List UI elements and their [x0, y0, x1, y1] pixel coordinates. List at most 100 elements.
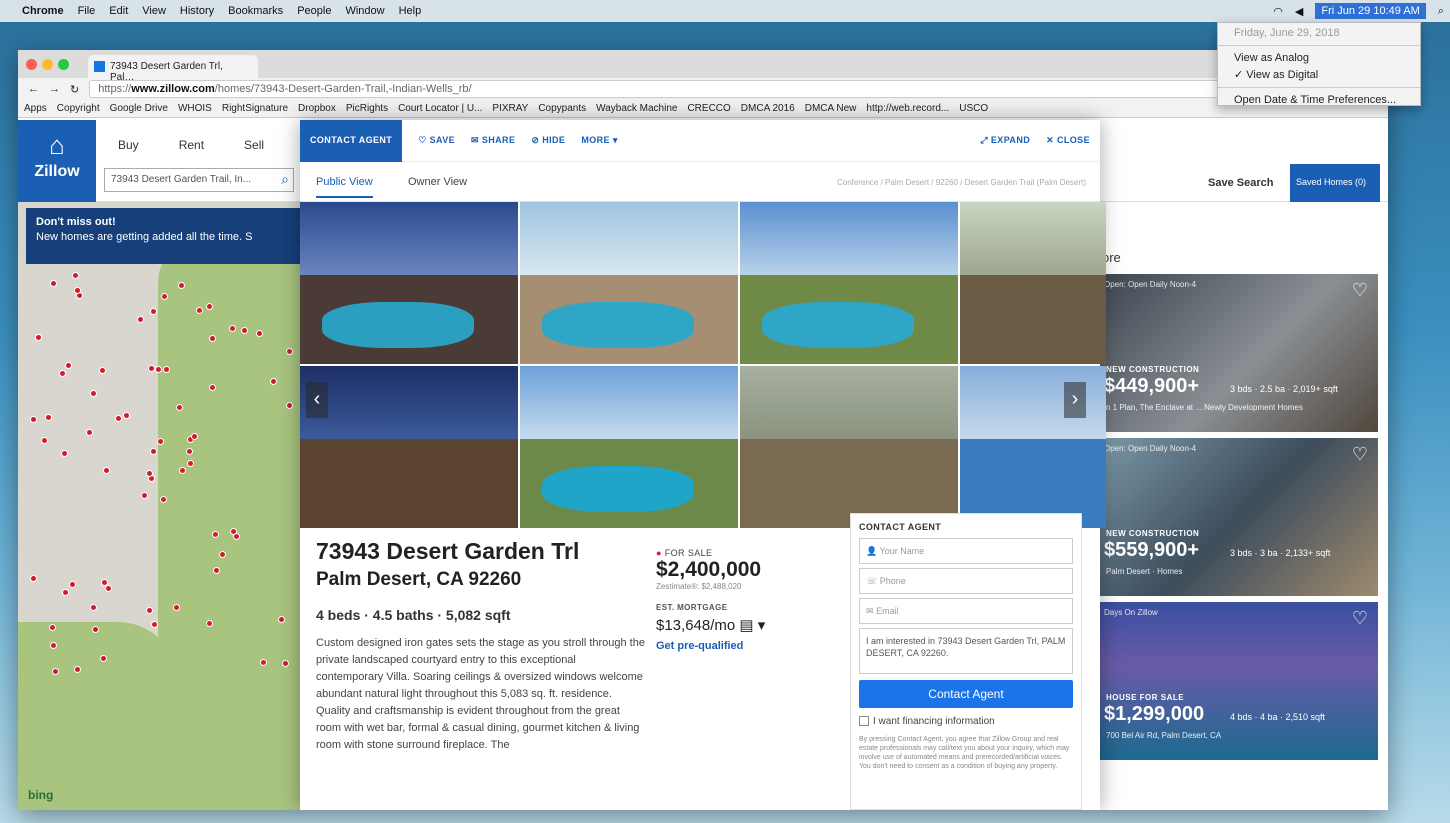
gallery-prev-icon[interactable]: ‹ [306, 382, 328, 418]
prequalify-link[interactable]: Get pre-qualified [656, 640, 806, 652]
map-pin[interactable] [90, 604, 98, 612]
message-textarea[interactable]: I am interested in 73943 Desert Garden T… [859, 628, 1073, 674]
map-pin[interactable] [59, 369, 67, 377]
map-pin[interactable] [136, 315, 144, 323]
menu-people[interactable]: People [297, 5, 331, 17]
bookmark-item[interactable]: CRECCO [687, 103, 730, 114]
map-pin[interactable] [90, 390, 98, 398]
listing-photo[interactable] [740, 202, 958, 364]
bookmark-item[interactable]: PicRights [346, 103, 388, 114]
bookmark-item[interactable]: Court Locator | U... [398, 103, 482, 114]
menu-window[interactable]: Window [345, 5, 384, 17]
map-pin[interactable] [157, 437, 165, 445]
saved-homes-button[interactable]: Saved Homes (0) [1290, 164, 1380, 202]
map-pin[interactable] [286, 347, 294, 355]
bookmark-item[interactable]: http://web.record... [866, 103, 949, 114]
menu-history[interactable]: History [180, 5, 214, 17]
promo-banner[interactable]: Don't miss out! New homes are getting ad… [26, 208, 311, 264]
listing-photo[interactable] [520, 202, 738, 364]
bookmark-item[interactable]: Google Drive [110, 103, 168, 114]
nav-sell[interactable]: Sell [244, 138, 264, 152]
map-pin[interactable] [45, 414, 53, 422]
clock-menu-digital[interactable]: ✓ View as Digital [1218, 66, 1420, 83]
zillow-logo[interactable]: ⌂ Zillow [18, 120, 96, 202]
save-button[interactable]: ♡ SAVE [418, 135, 455, 146]
map-pin[interactable] [115, 414, 123, 422]
hide-button[interactable]: ⊘ HIDE [531, 135, 565, 146]
wifi-icon[interactable]: ◠ [1273, 5, 1283, 18]
nav-buy[interactable]: Buy [118, 138, 139, 152]
reload-icon[interactable]: ↻ [70, 83, 79, 96]
map-pin[interactable] [103, 467, 111, 475]
bookmark-item[interactable]: RightSignature [222, 103, 288, 114]
phone-field[interactable]: ☏ Phone [859, 568, 1073, 594]
expand-button[interactable]: ⤢ EXPAND [980, 135, 1030, 146]
menu-clock[interactable]: Fri Jun 29 10:49 AM [1315, 3, 1426, 19]
bookmark-item[interactable]: Copyright [57, 103, 100, 114]
map-pin[interactable] [228, 324, 236, 332]
zoom-window-icon[interactable] [58, 59, 69, 70]
listing-photo[interactable] [300, 202, 518, 364]
map-pin[interactable] [100, 654, 107, 662]
map-pin[interactable] [229, 528, 237, 536]
map-pin[interactable] [29, 415, 37, 423]
map-pin[interactable] [149, 447, 157, 455]
map-panel[interactable]: Don't miss out! New homes are getting ad… [18, 202, 318, 810]
gallery-next-icon[interactable]: › [1064, 382, 1086, 418]
clock-menu-preferences[interactable]: Open Date & Time Preferences... [1218, 92, 1420, 108]
map-pin[interactable] [86, 429, 94, 437]
save-search-button[interactable]: Save Search [1208, 177, 1273, 189]
map-pin[interactable] [40, 436, 48, 444]
search-icon[interactable]: ⌕ [281, 171, 289, 188]
listing-card[interactable]: Days On Zillow ♡ HOUSE FOR SALE $1,299,0… [1100, 602, 1378, 760]
clock-menu-analog[interactable]: View as Analog [1218, 50, 1420, 66]
bookmark-item[interactable]: Wayback Machine [596, 103, 677, 114]
listing-photo[interactable] [300, 366, 518, 528]
bookmark-item[interactable]: DMCA New [805, 103, 857, 114]
map-pin[interactable] [186, 459, 194, 467]
bookmark-item[interactable]: WHOIS [178, 103, 212, 114]
map-pin[interactable] [122, 412, 130, 420]
map-pin[interactable] [61, 589, 69, 597]
map-pin[interactable] [177, 281, 185, 289]
map-pin[interactable] [60, 449, 68, 457]
bookmark-item[interactable]: USCO [959, 103, 988, 114]
map-pin[interactable] [205, 302, 213, 310]
share-button[interactable]: ✉ SHARE [471, 135, 515, 146]
map-pin[interactable] [146, 607, 154, 615]
menu-view[interactable]: View [142, 5, 166, 17]
map-pin[interactable] [64, 361, 72, 369]
listing-photo[interactable] [740, 366, 958, 528]
map-pin[interactable] [30, 574, 38, 582]
tab-public-view[interactable]: Public View [316, 176, 373, 198]
forward-icon[interactable]: → [49, 83, 60, 95]
bookmark-item[interactable]: Copypants [538, 103, 586, 114]
menu-file[interactable]: File [78, 5, 96, 17]
address-input[interactable]: https://www.zillow.com/homes/73943-Deser… [89, 80, 1351, 98]
calculator-icon[interactable]: ▤ ▾ [739, 617, 765, 634]
menu-help[interactable]: Help [399, 5, 422, 17]
tab-owner-view[interactable]: Owner View [408, 176, 467, 188]
map-pin[interactable] [72, 272, 80, 280]
map-pin[interactable] [99, 366, 107, 374]
listing-card[interactable]: Open: Open Daily Noon-4 ♡ NEW CONSTRUCTI… [1100, 438, 1378, 596]
listing-photo[interactable] [520, 366, 738, 528]
zestimate[interactable]: Zestimate®: $2,488,020 [656, 582, 806, 591]
map-pin[interactable] [218, 551, 226, 559]
map-pin[interactable] [255, 330, 263, 338]
more-button[interactable]: MORE ▾ [581, 135, 617, 146]
map-pin[interactable] [49, 623, 57, 631]
minimize-window-icon[interactable] [42, 59, 53, 70]
map-pin[interactable] [175, 404, 183, 412]
est-mortgage-value[interactable]: $13,648/mo ▤ ▾ [656, 616, 806, 634]
map-pin[interactable] [100, 578, 108, 586]
location-search-input[interactable]: 73943 Desert Garden Trail, In... ⌕ [104, 168, 294, 192]
close-button[interactable]: ✕ CLOSE [1046, 135, 1090, 146]
contact-agent-button[interactable]: Contact Agent [859, 680, 1073, 708]
map-pin[interactable] [285, 401, 293, 409]
menu-edit[interactable]: Edit [109, 5, 128, 17]
email-field[interactable]: ✉ Email [859, 598, 1073, 624]
map-pin[interactable] [73, 286, 81, 294]
map-pin[interactable] [50, 280, 58, 288]
contact-agent-tab[interactable]: CONTACT AGENT [300, 119, 403, 162]
